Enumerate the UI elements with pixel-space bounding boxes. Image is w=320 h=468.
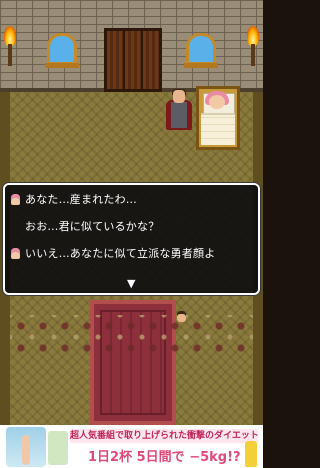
castle-door [104, 28, 162, 92]
torch-right-icon [247, 26, 259, 66]
ad-model-image [6, 427, 46, 467]
ad-banner[interactable]: 超人気番組で取り上げられた衝撃のダイエット 1日2杯 5日間で −5kg!? [0, 425, 263, 468]
king-face-icon [177, 310, 186, 322]
queen-face-icon [11, 193, 20, 205]
window-right [184, 33, 218, 68]
ad-tagline: 1日2杯 5日間で −5kg!? [88, 450, 241, 465]
ad-product-image [48, 431, 68, 465]
dialog-line: あなた…産まれたわ… [11, 190, 137, 208]
dialog-text: いいえ…あなたに似て立派な勇者顔よ [25, 247, 216, 260]
advance-arrow-icon[interactable]: ▼ [127, 277, 135, 290]
bed-with-queen [196, 86, 240, 150]
king-character [166, 89, 192, 132]
floor-pattern [10, 315, 253, 355]
dialog-box[interactable]: あなた…産まれたわ… おお…君に似ているかな？ いいえ…あなたに似て立派な勇者顔… [3, 183, 260, 322]
dialog-text: おお…君に似ているかな？ [25, 220, 160, 233]
ad-bottle-image [245, 441, 257, 467]
torch-left-icon [4, 26, 16, 66]
dialog-line: おお…君に似ているかな？ [11, 217, 186, 322]
dialog-text: あなた…産まれたわ… [25, 193, 137, 206]
window-left [45, 33, 79, 68]
queen-face-icon [11, 247, 20, 259]
dialog-line: いいえ…あなたに似て立派な勇者顔よ [11, 244, 215, 262]
ad-headline: 超人気番組で取り上げられた衝撃のダイエット [70, 429, 259, 443]
